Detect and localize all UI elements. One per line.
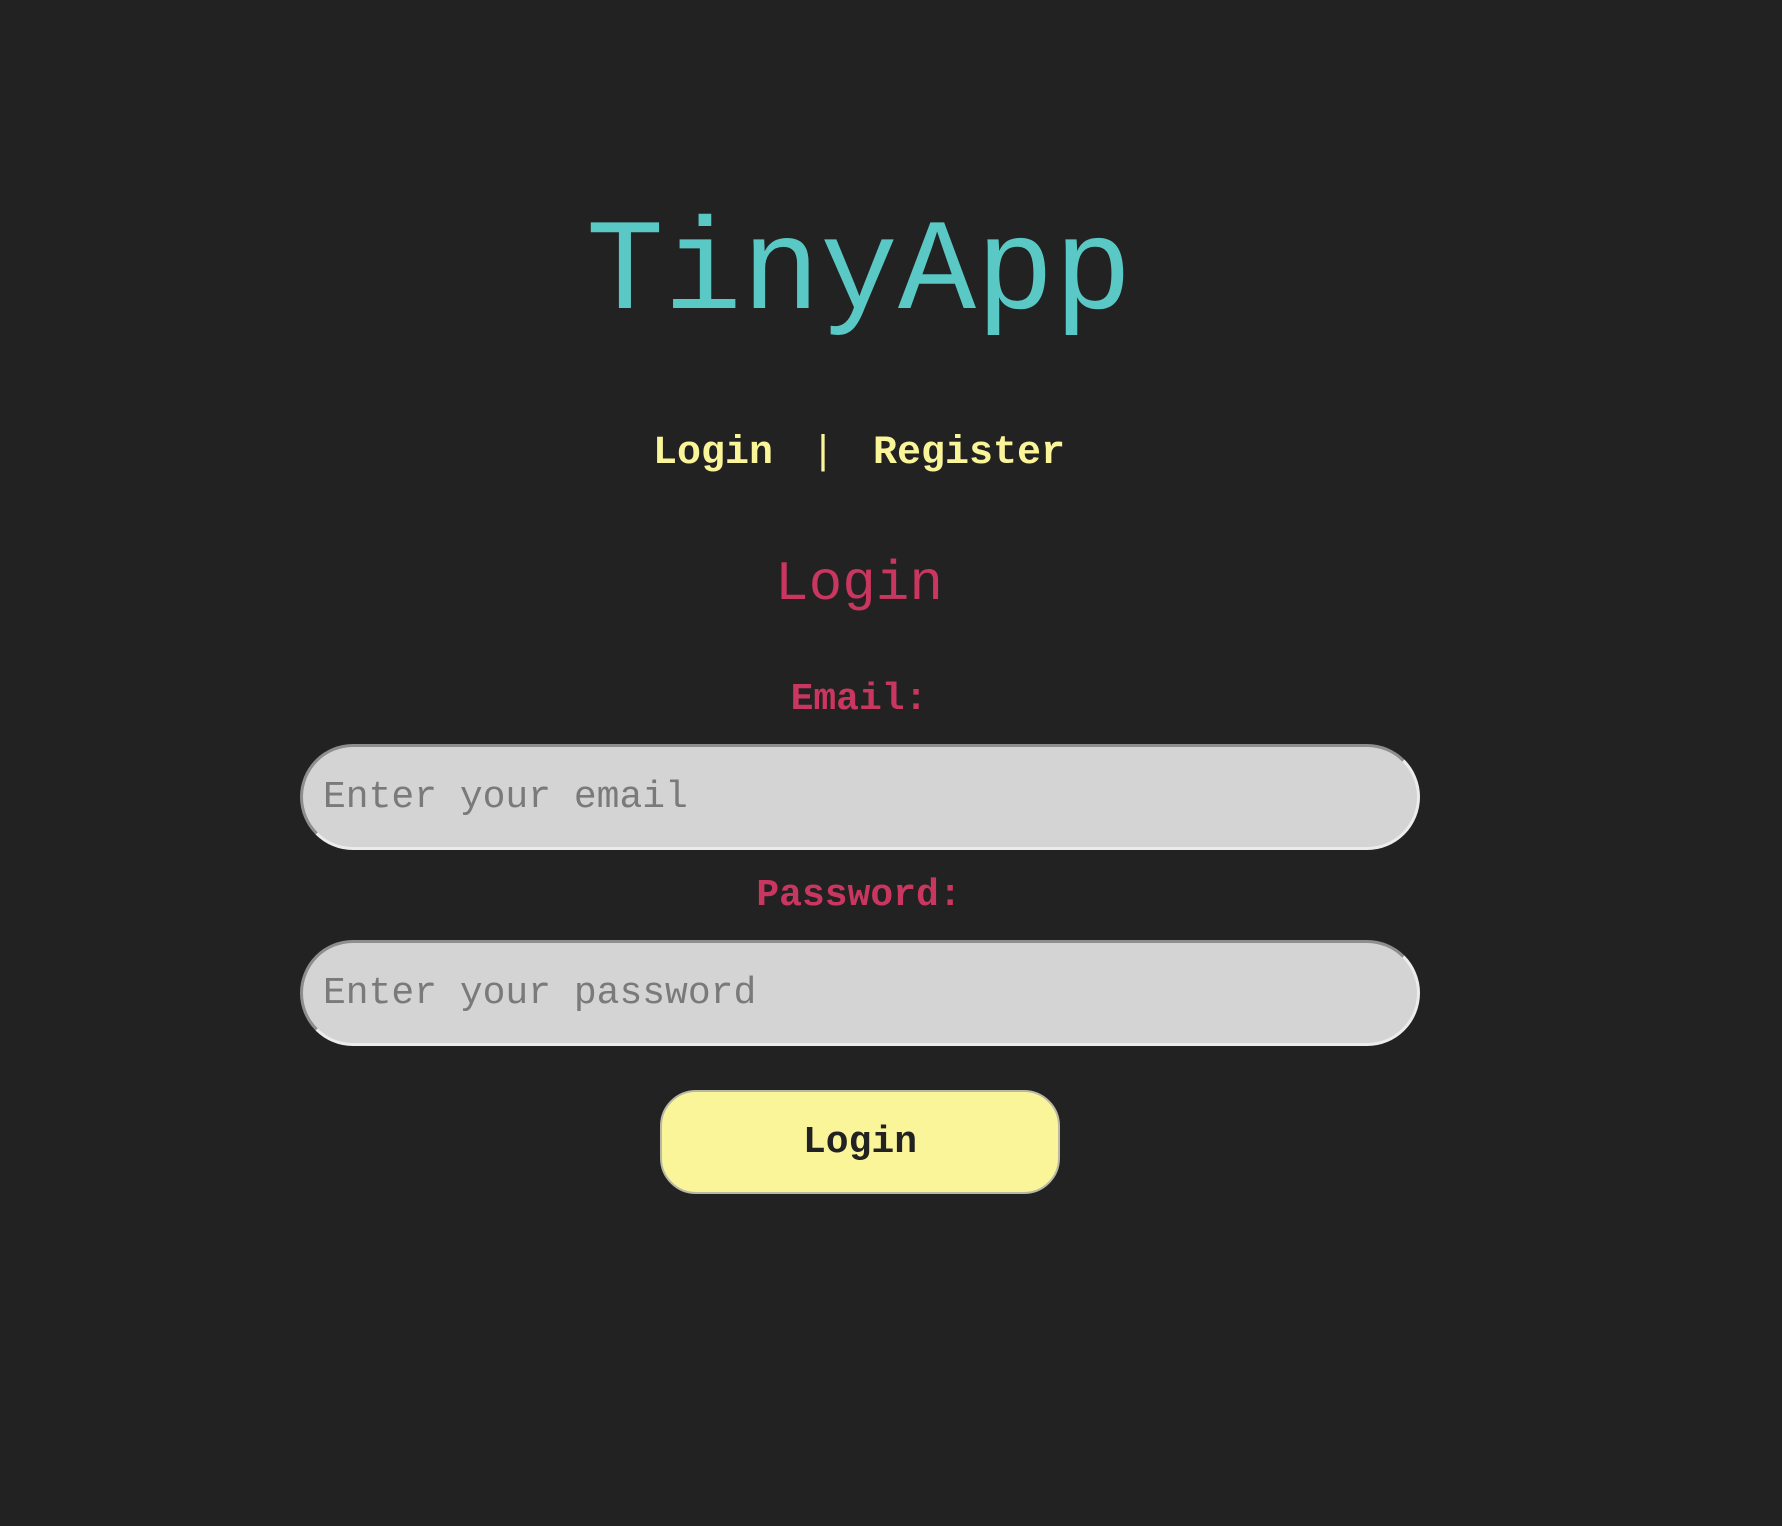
password-label: Password: (756, 874, 962, 917)
app-title: TinyApp (585, 201, 1133, 348)
nav-login-link[interactable]: Login (653, 431, 773, 476)
nav-separator: | (810, 431, 835, 476)
form-title: Login (774, 552, 944, 616)
login-page: TinyApp Login | Register Login Email: Pass… (0, 0, 1782, 1526)
email-label: Email: (790, 678, 928, 721)
login-button[interactable]: Login (660, 1090, 1060, 1194)
password-field[interactable] (300, 940, 1420, 1046)
nav-register-link[interactable]: Register (873, 431, 1065, 476)
top-nav: Login | Register (0, 428, 1718, 480)
email-field[interactable] (300, 744, 1420, 850)
